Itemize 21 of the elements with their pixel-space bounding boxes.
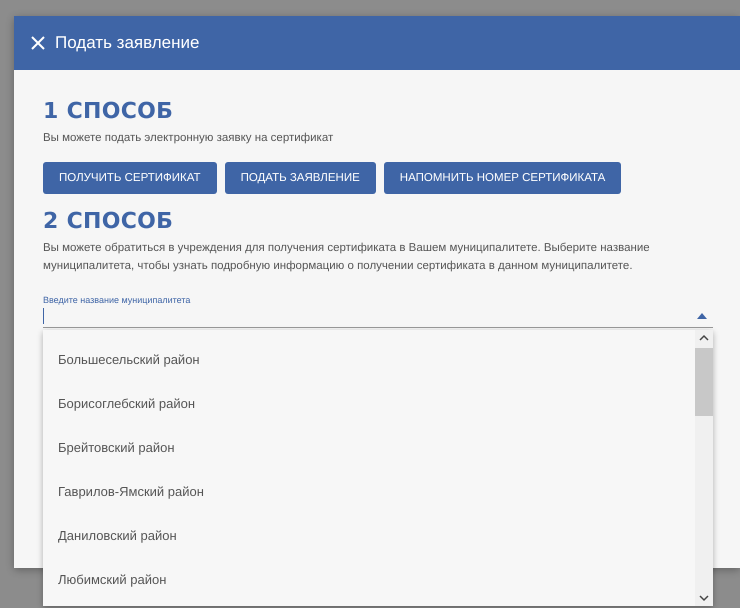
action-button[interactable]: ПОЛУЧИТЬ СЕРТИФИКАТ: [43, 162, 217, 194]
action-button[interactable]: НАПОМНИТЬ НОМЕР СЕРТИФИКАТА: [384, 162, 622, 194]
field-label: Введите название муниципалитета: [43, 295, 192, 305]
dropdown-option[interactable]: Брейтовский район: [43, 425, 695, 469]
section-description: Вы можете подать электронную заявку на сертификат: [43, 131, 334, 146]
caret-up-icon[interactable]: [697, 313, 707, 319]
scroll-up-icon[interactable]: [699, 334, 709, 342]
dropdown-option[interactable]: Любимский район: [43, 557, 695, 601]
dropdown-option[interactable]: Борисоглебский район: [43, 381, 695, 425]
scroll-down-icon[interactable]: [699, 594, 709, 602]
dropdown-option[interactable]: Большесельский район: [43, 337, 695, 381]
dialog-title: Подать заявление: [55, 33, 200, 53]
section-heading: 1 СПОСОБ: [43, 98, 174, 126]
scrollbar[interactable]: [695, 330, 713, 606]
dropdown-option[interactable]: Даниловский район: [43, 513, 695, 557]
section-description: Вы можете обратиться в учреждения для получения сертификата в Вашем муниципалитете. Выберите название муниципалитета, чтобы узнать подробную информацию о получении сертификата в данном муниципалитете.: [43, 241, 651, 274]
action-button[interactable]: ПОДАТЬ ЗАЯВЛЕНИЕ: [224, 162, 376, 194]
scrollbar-thumb[interactable]: [695, 348, 713, 416]
section-heading: 2 СПОСОБ: [43, 208, 174, 236]
close-icon[interactable]: [31, 36, 45, 50]
dropdown-option[interactable]: Гаврилов-Ямский район: [43, 469, 695, 513]
